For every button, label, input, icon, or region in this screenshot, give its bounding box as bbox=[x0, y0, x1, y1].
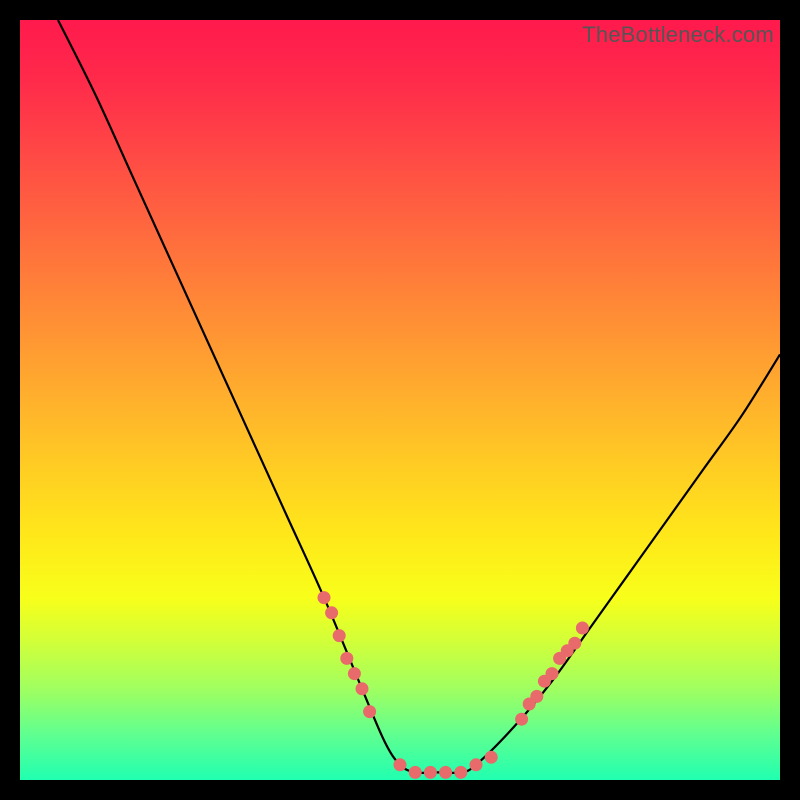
marker-dot bbox=[439, 766, 452, 779]
marker-dot bbox=[530, 690, 543, 703]
marker-dot bbox=[424, 766, 437, 779]
plot-area: TheBottleneck.com bbox=[20, 20, 780, 780]
marker-dot bbox=[470, 758, 483, 771]
marker-dot bbox=[340, 652, 353, 665]
marker-dot bbox=[363, 705, 376, 718]
marker-dot bbox=[318, 591, 331, 604]
marker-dot bbox=[325, 606, 338, 619]
marker-dot bbox=[394, 758, 407, 771]
chart-frame: TheBottleneck.com bbox=[0, 0, 800, 800]
marker-dot bbox=[568, 637, 581, 650]
marker-dot bbox=[348, 667, 361, 680]
bottleneck-curve bbox=[58, 20, 780, 773]
data-markers bbox=[318, 591, 589, 779]
marker-dot bbox=[333, 629, 346, 642]
chart-svg bbox=[20, 20, 780, 780]
marker-dot bbox=[485, 751, 498, 764]
marker-dot bbox=[546, 667, 559, 680]
marker-dot bbox=[515, 713, 528, 726]
marker-dot bbox=[454, 766, 467, 779]
marker-dot bbox=[409, 766, 422, 779]
marker-dot bbox=[576, 622, 589, 635]
marker-dot bbox=[356, 682, 369, 695]
